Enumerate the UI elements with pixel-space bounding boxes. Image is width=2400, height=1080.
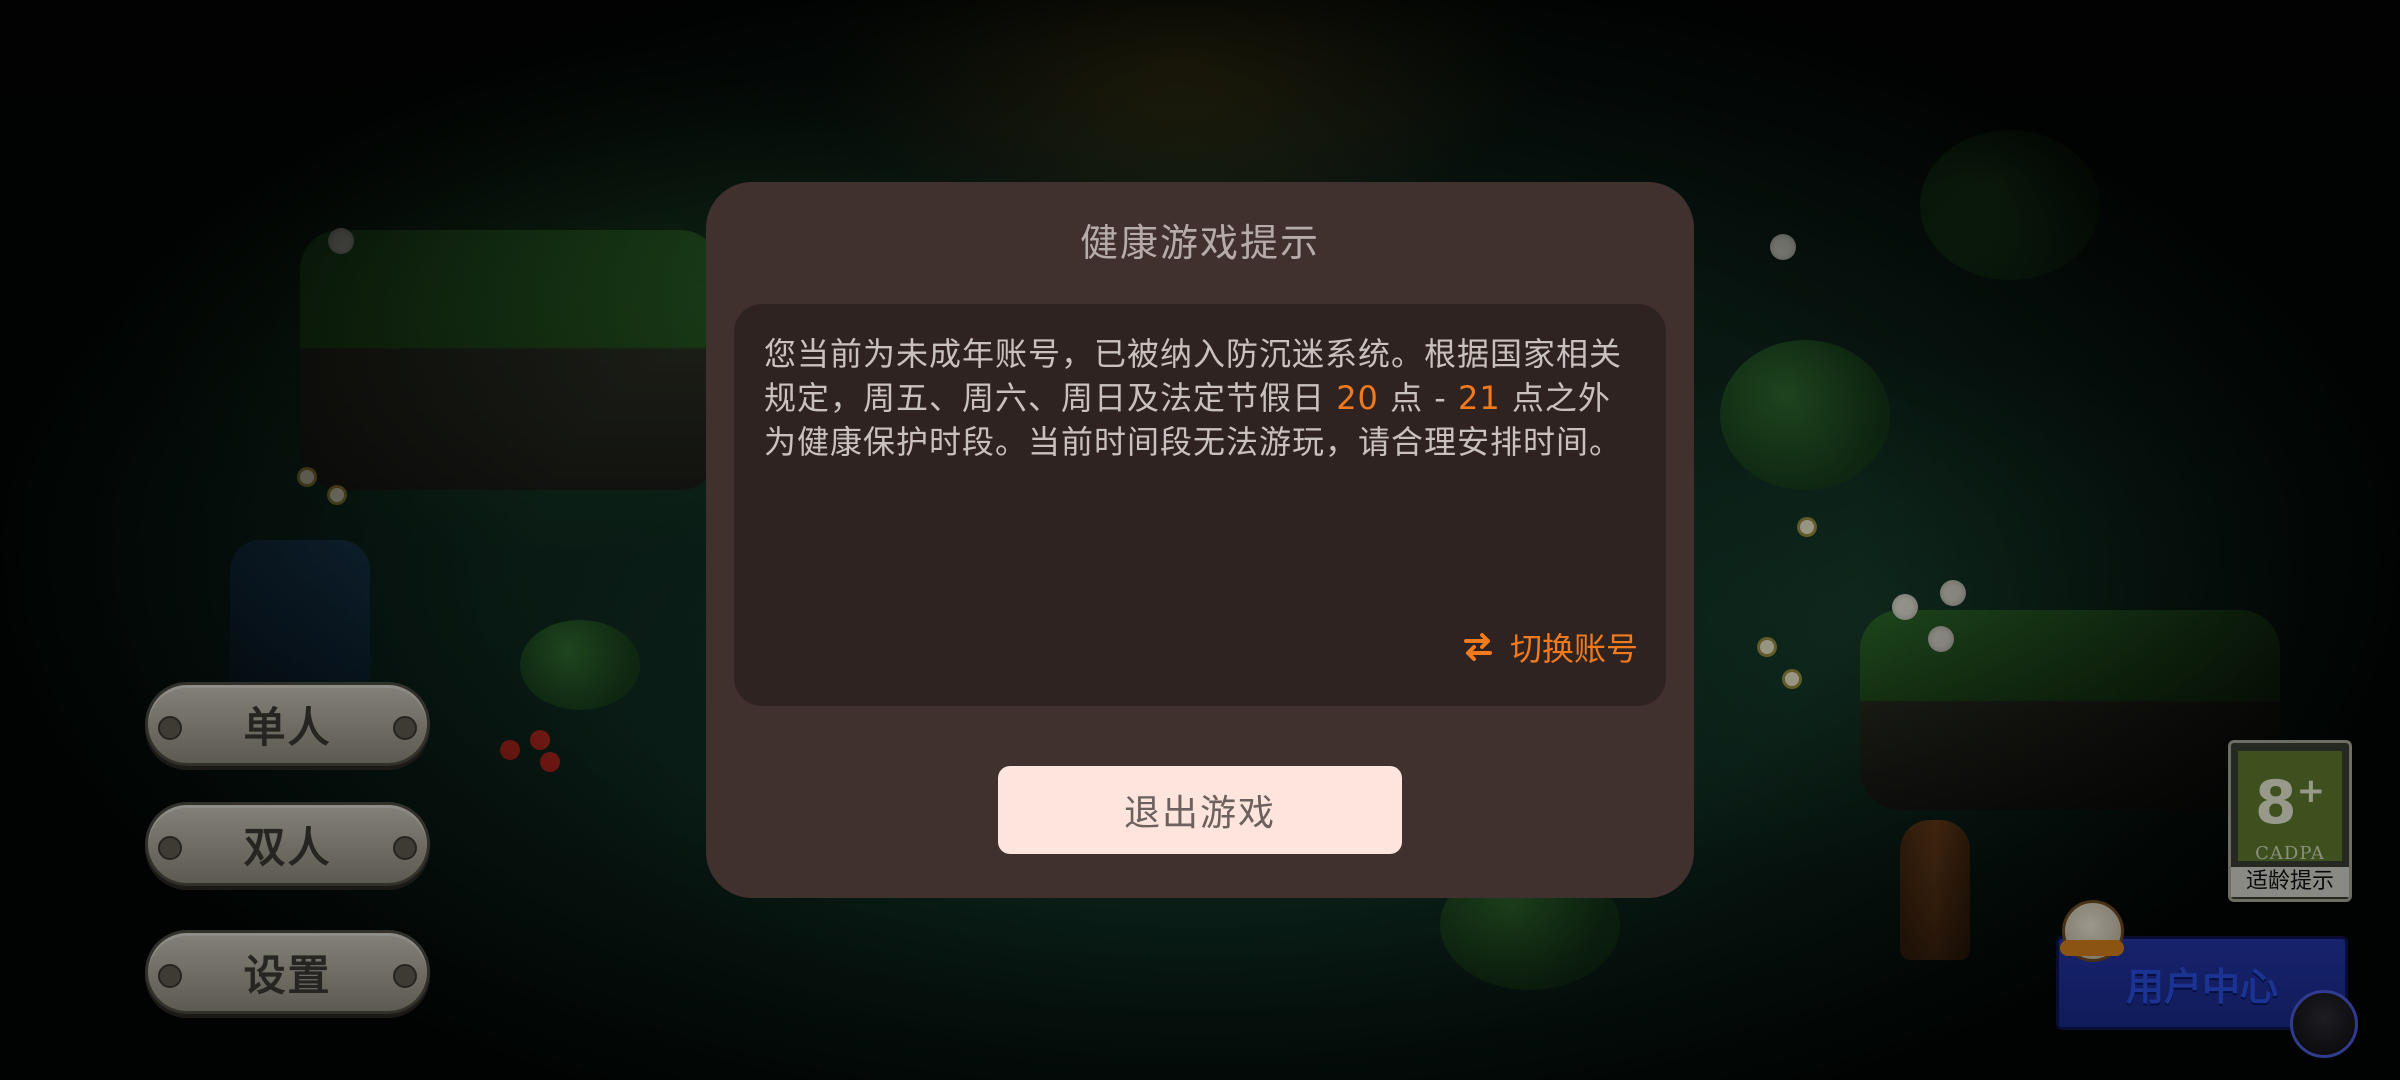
start-hour: 20 xyxy=(1336,379,1379,417)
dialog-message-panel: 您当前为未成年账号，已被纳入防沉迷系统。根据国家相关规定，周五、周六、周日及法定… xyxy=(734,304,1666,706)
switch-account-label: 切换账号 xyxy=(1509,630,1638,668)
swap-arrows-icon xyxy=(1463,633,1492,661)
exit-game-button[interactable]: 退出游戏 xyxy=(998,766,1402,854)
switch-account-link[interactable]: 切换账号 xyxy=(1460,624,1638,670)
dialog-message: 您当前为未成年账号，已被纳入防沉迷系统。根据国家相关规定，周五、周六、周日及法定… xyxy=(764,332,1636,464)
dialog-title: 健康游戏提示 xyxy=(1079,221,1320,265)
game-scene: 单人 双人 设置 8+ CADPA 适龄提示 用户中心 健康游戏提示 您当前为未… xyxy=(0,0,2400,1080)
end-hour: 21 xyxy=(1457,379,1501,417)
healthy-gaming-dialog: 健康游戏提示 您当前为未成年账号，已被纳入防沉迷系统。根据国家相关规定，周五、周… xyxy=(706,182,1694,898)
message-text: 点 - xyxy=(1378,379,1458,417)
